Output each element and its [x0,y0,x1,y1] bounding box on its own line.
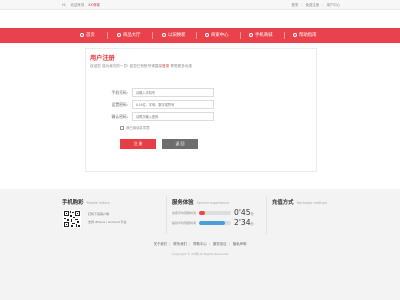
withdraw-speed-row: 提款平均到账时间 2'34秒 [172,218,262,229]
phone-label: 手机号码: [111,90,128,95]
nav-item-merchant[interactable]: 商家中心 [205,31,229,40]
nav-item-label: 手机商城 [255,33,273,38]
top-utility-bar: Hi, 欢迎来到 XX商城 登录 | 免费注册 | 用户中心 [0,0,400,10]
deposit-time-unit: 秒 [250,212,254,216]
withdraw-time: 2'34秒 [234,218,254,227]
service-title: 服务体验 [172,200,194,206]
deposit-time: 0'45秒 [234,208,254,217]
greeting-hi: Hi, [62,3,67,7]
withdraw-time-value: 2'34 [234,218,251,227]
mobile-title: 手机购彩 [62,200,84,206]
hint-text: 欢迎您 成为我们的一员! 若您已有账号请直接 [90,64,163,68]
service-section-title: 服务体验 Service experience [172,198,229,206]
recharge-title: 充值方式 [272,200,294,206]
page-title: 用户注册 [90,55,115,62]
agree-checkbox[interactable] [120,125,124,130]
footer-link[interactable]: 服务协议 [213,242,227,246]
nav-divider [240,32,241,39]
withdraw-label: 提款平均到账时间 [172,221,197,225]
qr-code-icon [63,210,81,228]
footer-divider [166,196,167,234]
separator: | [188,242,191,246]
separator: | [228,242,230,246]
deposit-bar-fill [199,211,205,215]
agree-row: 我已阅读并同意 [120,125,150,130]
nav-divider [196,32,197,39]
footer-link[interactable]: 隐私声明 [233,242,247,246]
mobile-line-2: 支持 iPhone / Android 平台 [88,220,127,224]
footer-link[interactable]: 关于我们 [154,242,168,246]
separator: | [322,3,324,7]
separator: | [301,3,303,7]
home-icon [80,32,84,37]
phone-input[interactable] [132,88,214,97]
greeting-welcome: 欢迎来到 [70,3,85,7]
password-input[interactable] [132,100,214,109]
nav-item-tradein[interactable]: 以旧换新 [162,31,186,40]
service-subtitle: Service experience [196,201,229,205]
nav-divider [152,32,153,39]
mobile-section-title: 手机购彩 Mobile lottery [62,198,110,206]
withdraw-bar [199,221,231,225]
register-link[interactable]: 免费注册 [306,3,320,7]
nav-item-help[interactable]: 帮助指南 [293,31,317,40]
nav-item-hall[interactable]: 商品大厅 [117,31,141,40]
mobile-subtitle: Mobile lottery [86,201,110,205]
separator: | [208,242,210,246]
confirm-password-label: 确认密码: [111,114,128,119]
footer-link[interactable]: 联系我们 [173,242,187,246]
nav-item-label: 商品大厅 [123,33,141,38]
hint-suffix: 享受更多优惠 [169,64,192,68]
back-button[interactable]: 返 回 [162,139,198,149]
recharge-section-title: 充值方式 Recharge method [272,198,327,206]
password-label: 设置密码: [111,102,128,107]
greeting: Hi, 欢迎来到 XX商城 [62,2,103,7]
withdraw-time-unit: 秒 [250,222,254,226]
footer-divider [266,196,267,234]
nav-item-label: 帮助指南 [299,33,317,38]
register-button[interactable]: 注 册 [120,139,156,149]
nav-divider [284,32,285,39]
help-icon [293,32,297,37]
register-hint: 欢迎您 成为我们的一员! 若您已有账号请直接登录 享受更多优惠 [90,64,192,69]
confirm-password-input[interactable] [132,112,214,121]
nav-item-label: 首页 [86,33,95,38]
swap-icon [162,32,166,37]
nav-item-mobile[interactable]: 手机商城 [249,31,273,40]
nav-item-label: 以旧换新 [168,33,186,38]
deposit-label: 充值平均到账时间 [172,211,197,215]
withdraw-bar-fill [199,221,226,225]
store-icon [205,32,209,37]
site-link[interactable]: XX商城 [88,3,99,7]
shop-icon [117,32,121,37]
login-link[interactable]: 登录 [291,3,298,7]
footer-link[interactable]: 帮助中心 [193,242,207,246]
nav-item-home[interactable]: 首页 [80,31,95,40]
copyright: Copyright © XX网 All Rights Reserved [171,252,229,256]
separator: | [169,242,171,246]
nav-divider [107,32,108,39]
nav-item-label: 商家中心 [211,33,229,38]
recharge-subtitle: Recharge method [296,201,327,205]
main-nav: 首页 商品大厅 以旧换新 商家中心 手机商城 帮助指南 [0,28,400,43]
mobile-line-1: 扫码下载客户端 [88,212,110,216]
deposit-time-value: 0'45 [234,208,251,217]
phone-icon [249,32,253,37]
deposit-bar [199,211,231,215]
agree-text: 我已阅读并同意 [126,126,150,130]
account-links: 登录 | 免费注册 | 用户中心 [289,2,340,7]
user-center-link[interactable]: 用户中心 [326,3,340,7]
footer-links: 关于我们 | 联系我们 | 帮助中心 | 服务协议 | 隐私声明 [0,241,400,246]
register-panel: 用户注册 欢迎您 成为我们的一员! 若您已有账号请直接登录 享受更多优惠 手机号… [85,48,317,172]
